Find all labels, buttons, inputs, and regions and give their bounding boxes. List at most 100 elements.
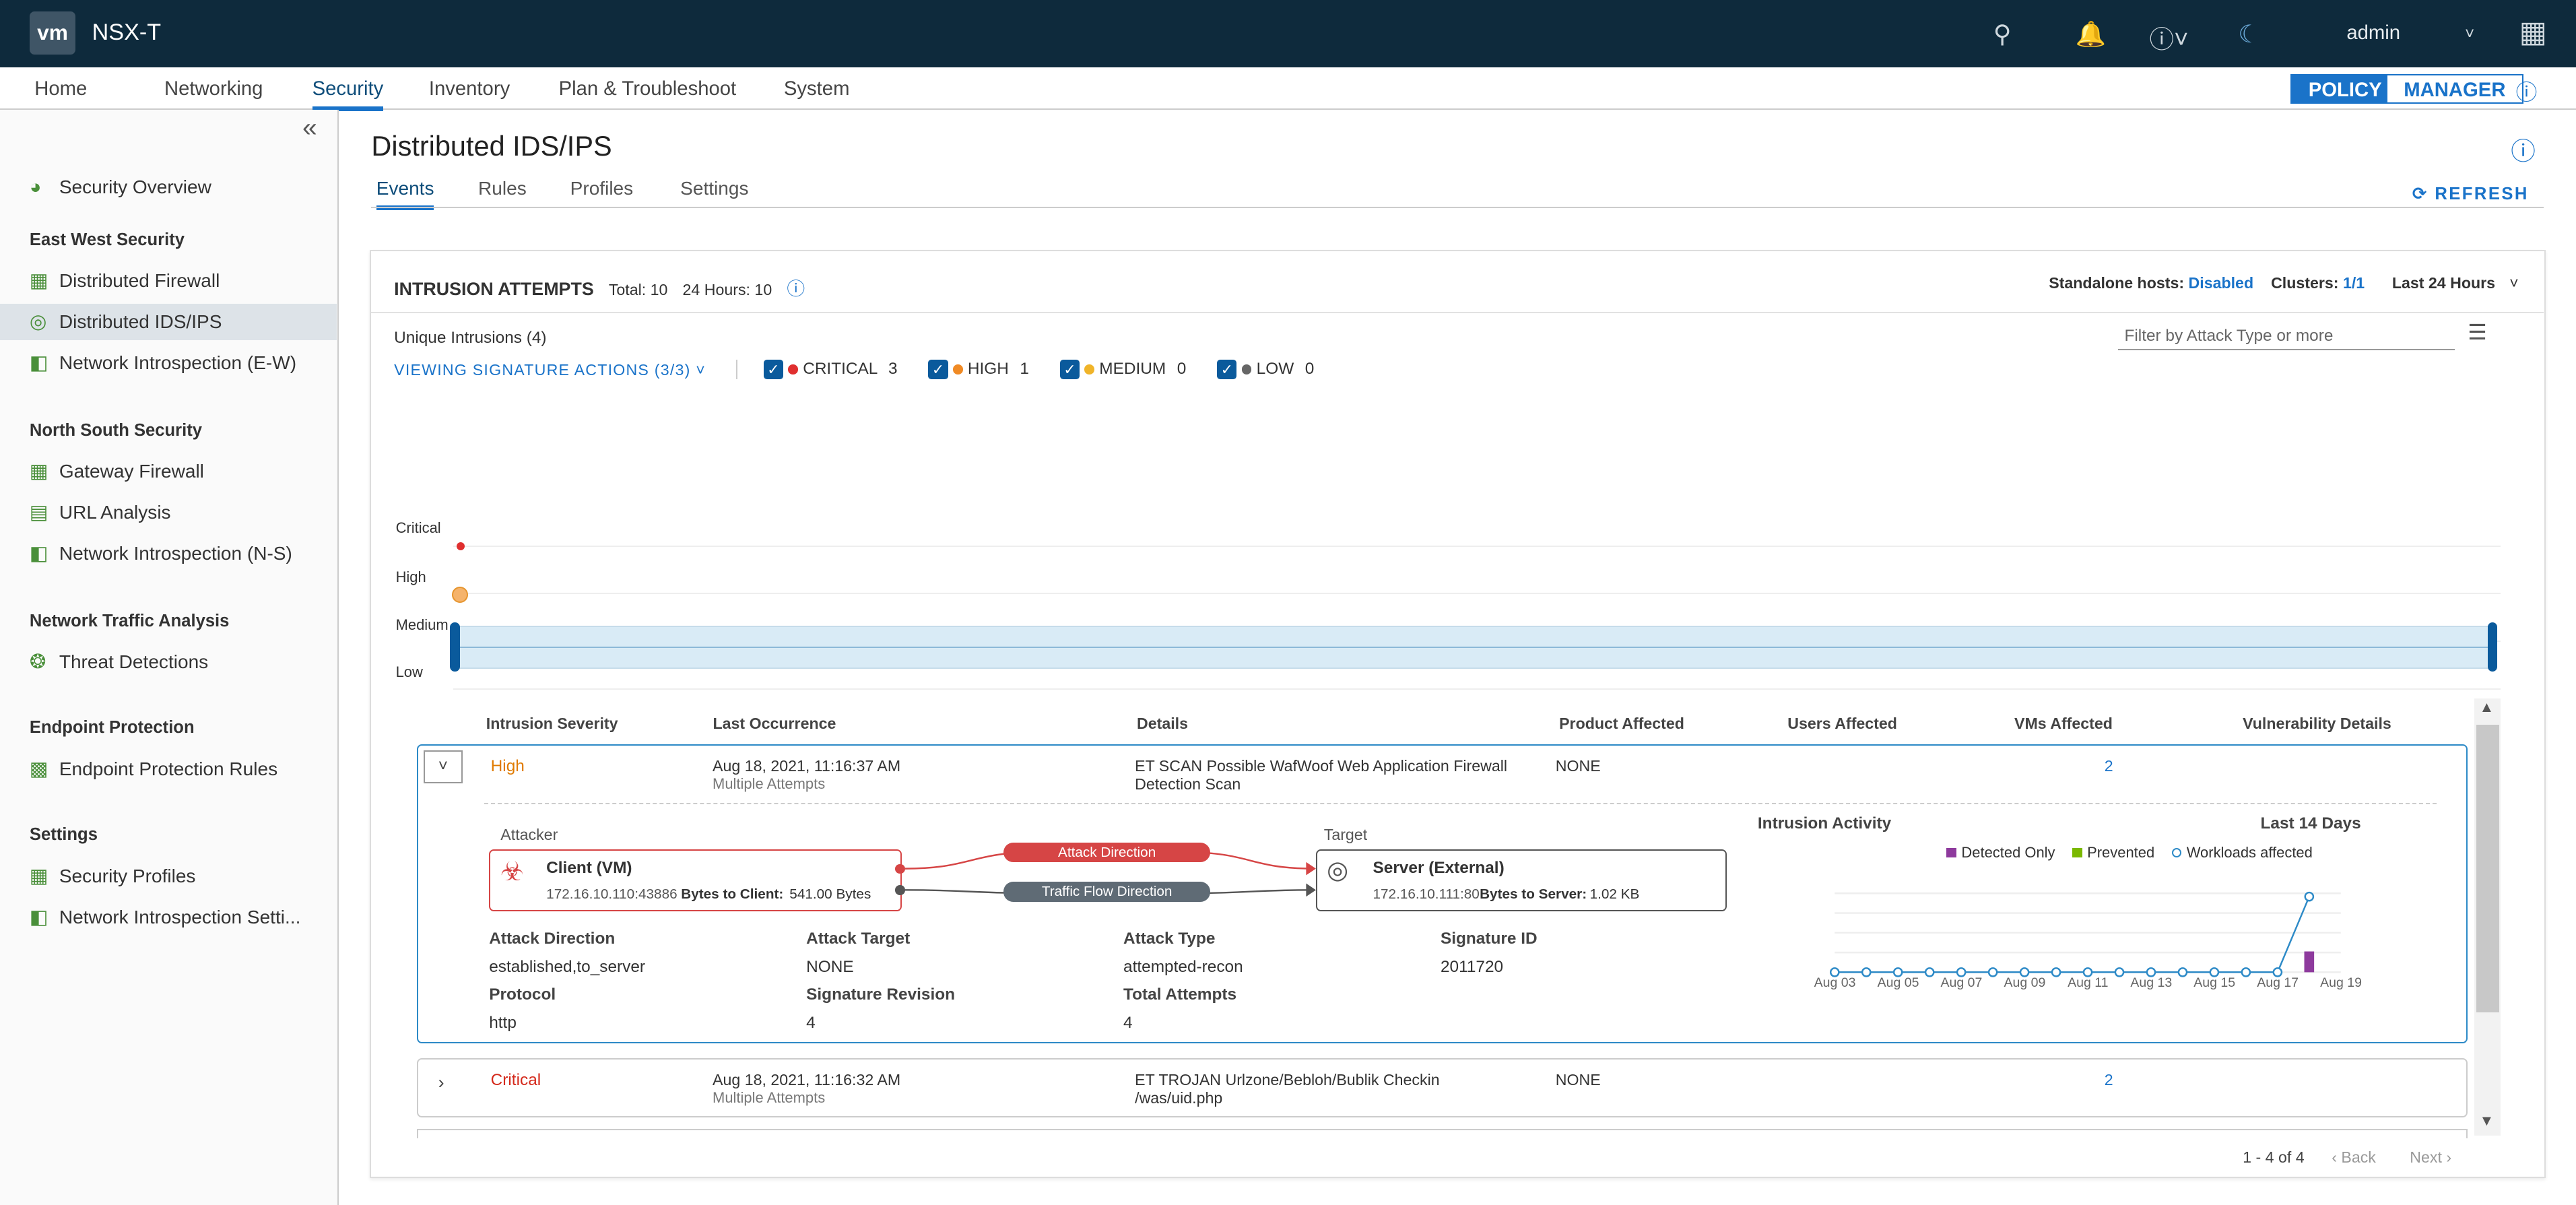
sidebar-item-url-analysis[interactable]: ▤ URL Analysis (0, 494, 337, 531)
sidebar-heading-settings: Settings (29, 824, 98, 844)
target-box[interactable]: ◎ Server (External) 172.16.10.111:80 Byt… (1315, 849, 1727, 912)
attacker-icon: ☣ (500, 857, 524, 887)
critical-event-marker[interactable] (456, 542, 465, 550)
next-button[interactable]: Next › (2410, 1148, 2451, 1166)
url-icon: ▤ (29, 501, 48, 524)
help-icon[interactable]: ⓘ (2511, 131, 2536, 167)
filter-medium[interactable]: ✓ MEDIUM 0 (1059, 359, 1186, 380)
slider-handle-right[interactable] (2487, 622, 2498, 672)
vms-affected-link[interactable]: 2 (2105, 1071, 2113, 1089)
timeline-line (453, 647, 2495, 649)
sidebar-item-endpoint-rules[interactable]: ▩ Endpoint Protection Rules (0, 751, 337, 787)
arrowhead-grey (1305, 883, 1316, 897)
nav-home[interactable]: Home (34, 77, 87, 100)
nav-inventory[interactable]: Inventory (429, 77, 510, 100)
attacker-box[interactable]: ☣ Client (VM) 172.16.10.110:43886 Bytes … (489, 849, 902, 912)
gridline (453, 688, 2501, 690)
viewing-signature-actions[interactable]: VIEWING SIGNATURE ACTIONS (3/3) ˅ (394, 361, 706, 379)
tab-rules[interactable]: Rules (478, 178, 527, 199)
x-tick-label: Aug 13 (2130, 975, 2173, 991)
bytes-to-server-label: Bytes to Server: (1480, 886, 1587, 903)
column-vms-affected[interactable]: VMs Affected (2014, 715, 2113, 733)
clusters-link[interactable]: 1/1 (2343, 274, 2365, 292)
info-icon[interactable]: ⓘ (787, 279, 805, 299)
scroll-down-icon[interactable]: ▼ (2479, 1112, 2494, 1130)
search-icon[interactable]: ⚲ (1993, 20, 2012, 48)
sidebar-item-network-introspection-ew[interactable]: ◧ Network Introspection (E-W) (0, 345, 337, 381)
filter-critical[interactable]: ✓ CRITICAL 3 (763, 359, 898, 380)
nav-system[interactable]: System (784, 77, 850, 100)
column-last-occurrence[interactable]: Last Occurrence (713, 715, 836, 733)
column-intrusion-severity[interactable]: Intrusion Severity (486, 715, 618, 733)
column-vulnerability-details[interactable]: Vulnerability Details (2243, 715, 2391, 733)
standalone-hosts-link[interactable]: Disabled (2189, 274, 2254, 292)
moon-icon[interactable]: ☾ (2238, 20, 2260, 48)
user-menu[interactable]: admin (2346, 22, 2400, 44)
legend-detected[interactable]: Detected Only (1946, 844, 2055, 861)
tab-events[interactable]: Events (376, 178, 434, 211)
chevron-down-icon[interactable]: ˅ (2465, 25, 2474, 44)
medium-dot-icon (1084, 364, 1094, 374)
filter-low[interactable]: ✓ LOW 0 (1217, 359, 1314, 380)
chevron-down-icon[interactable]: ˅ (2509, 274, 2519, 292)
sidebar-item-threat-detections[interactable]: ❂ Threat Detections (0, 644, 337, 680)
sidebar-heading-traffic-analysis: Network Traffic Analysis (29, 611, 230, 630)
sidebar-item-gateway-firewall[interactable]: ▦ Gateway Firewall (0, 453, 337, 490)
unique-intrusions: Unique Intrusions (4) (394, 328, 547, 347)
table-row[interactable]: › Critical Aug 18, 2021, 11:16:32 AM Mul… (417, 1057, 2468, 1117)
nav-networking[interactable]: Networking (164, 77, 263, 100)
policy-mode-button[interactable]: POLICY (2290, 73, 2400, 104)
column-details[interactable]: Details (1137, 715, 1188, 733)
refresh-button[interactable]: ⟳ REFRESH (2412, 184, 2529, 204)
table-row[interactable]: ˅ High Aug 18, 2021, 11:16:37 AM Multipl… (417, 744, 2468, 1043)
filter-input[interactable]: Filter by Attack Type or more (2117, 323, 2455, 350)
multiple-attempts: Multiple Attempts (713, 1088, 826, 1106)
timeline-range-slider[interactable] (453, 626, 2495, 669)
activity-chart (1830, 892, 2342, 977)
tab-settings[interactable]: Settings (680, 178, 748, 199)
sidebar-item-distributed-ids-ips[interactable]: ◎ Distributed IDS/IPS (0, 304, 337, 341)
sidebar-item-network-introspection-ns[interactable]: ◧ Network Introspection (N-S) (0, 535, 337, 572)
slider-handle-left[interactable] (450, 622, 460, 672)
collapse-row-button[interactable]: ˅ (423, 750, 463, 783)
x-tick-label: Aug 07 (1940, 975, 1983, 991)
sidebar-item-security-profiles[interactable]: ▦ Security Profiles (0, 858, 337, 894)
chevron-right-icon[interactable]: › (438, 1072, 444, 1093)
nav-security[interactable]: Security (312, 77, 384, 112)
bell-icon[interactable]: 🔔 (2076, 20, 2107, 48)
table-scrollbar[interactable]: ▲ ▼ (2474, 698, 2501, 1136)
scroll-up-icon[interactable]: ▲ (2479, 698, 2494, 716)
column-users-affected[interactable]: Users Affected (1787, 715, 1897, 733)
details-line-1: ET TROJAN Urlzone/Bebloh/Bublik Checkin (1135, 1070, 1440, 1088)
vms-affected-link[interactable]: 2 (2105, 757, 2113, 775)
severity-filters: ✓ CRITICAL 3 ✓ HIGH 1 ✓ MEDIUM 0 ✓ LOW 0 (735, 359, 1314, 380)
legend-workloads[interactable]: Workloads affected (2171, 844, 2313, 861)
arrowhead-red (1305, 862, 1316, 876)
column-product-affected[interactable]: Product Affected (1559, 715, 1684, 733)
vmware-logo[interactable]: vm (29, 11, 76, 55)
collapse-sidebar-icon[interactable]: « (302, 113, 317, 143)
intrusion-attempts-card: INTRUSION ATTEMPTS Total: 10 24 Hours: 1… (369, 249, 2546, 1179)
product-affected: NONE (1555, 1070, 1601, 1088)
help-icon[interactable]: ⓘ˅ (2150, 20, 2189, 55)
filter-high[interactable]: ✓ HIGH 1 (928, 359, 1029, 380)
apps-grid-icon[interactable]: ▦ (2519, 15, 2547, 49)
field-label: Total Attempts (1123, 985, 1237, 1004)
manager-mode-button[interactable]: MANAGER (2385, 73, 2523, 104)
refresh-icon: ⟳ (2412, 185, 2435, 204)
sidebar-item-introspection-settings[interactable]: ◧ Network Introspection Setti... (0, 899, 337, 936)
sidebar-item-security-overview[interactable]: ◕ Security Overview (0, 169, 337, 205)
sidebar-item-distributed-firewall[interactable]: ▦ Distributed Firewall (0, 263, 337, 299)
row-divider (484, 803, 2437, 805)
next-row-edge (417, 1128, 2468, 1139)
filter-icon[interactable]: ☰ (2468, 320, 2486, 345)
nav-plan-troubleshoot[interactable]: Plan & Troubleshoot (559, 77, 737, 100)
time-range-select[interactable]: Last 24 Hours (2392, 274, 2495, 292)
info-icon[interactable]: ⓘ (2516, 75, 2538, 106)
scroll-thumb[interactable] (2476, 724, 2499, 1012)
details-line-1: ET SCAN Possible WafWoof Web Application… (1135, 756, 1508, 775)
back-button[interactable]: ‹ Back (2332, 1148, 2376, 1166)
tab-profiles[interactable]: Profiles (570, 178, 634, 199)
high-event-marker[interactable] (451, 586, 468, 603)
legend-prevented[interactable]: Prevented (2072, 844, 2154, 861)
